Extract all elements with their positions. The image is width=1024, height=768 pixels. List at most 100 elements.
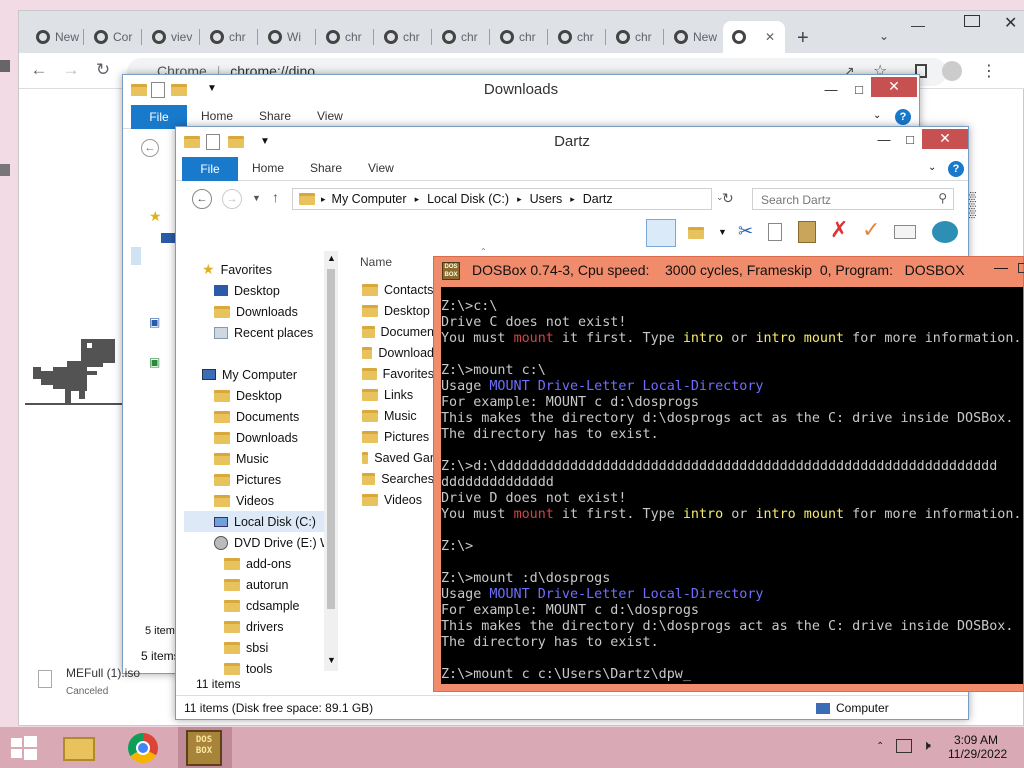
downloads-tab-home[interactable]: Home — [201, 109, 233, 123]
nav-computer-item-6[interactable]: Local Disk (C:) — [184, 511, 324, 532]
dartz-address-bar[interactable]: ▸ My Computer ▸ Local Disk (C:) ▸ Users … — [292, 188, 712, 210]
nav-my-computer[interactable]: My Computer — [202, 364, 297, 385]
new-tab-button[interactable]: + — [797, 27, 809, 50]
dartz-close-button[interactable]: ✕ — [922, 129, 968, 149]
nav-dvd-folder-1[interactable]: autorun — [224, 574, 288, 595]
downloads-ribbon-expand-icon[interactable]: ⌄ — [873, 110, 881, 121]
dosbox-app-icon[interactable]: DOS BOX — [442, 262, 460, 280]
cut-icon[interactable]: ✂ — [738, 221, 753, 242]
paste-icon[interactable] — [798, 221, 816, 243]
dartz-tab-share[interactable]: Share — [310, 161, 342, 175]
file-item-10[interactable]: Videos — [362, 489, 434, 510]
tab-7[interactable]: chr — [433, 21, 491, 53]
view-folder-options-icon[interactable] — [688, 225, 704, 239]
tab-5[interactable]: chr — [317, 21, 375, 53]
dosbox-maximize-button[interactable] — [1018, 263, 1024, 273]
download-item-name[interactable]: MEFull (1).iso — [66, 666, 140, 680]
tab-0[interactable]: New — [27, 21, 85, 53]
breadcrumb-users[interactable]: Users — [530, 192, 563, 206]
clock[interactable]: 3:09 AM 11/29/2022 — [948, 733, 1007, 761]
dartz-minimize-button[interactable]: — — [870, 131, 898, 151]
copy-icon[interactable] — [768, 223, 782, 241]
taskbar-file-explorer[interactable] — [55, 727, 103, 768]
file-item-1[interactable]: Desktop — [362, 300, 434, 321]
file-item-7[interactable]: Pictures — [362, 426, 434, 447]
dartz-forward-icon[interactable]: → — [222, 189, 242, 209]
taskbar-chrome[interactable] — [120, 727, 168, 768]
dosbox-console[interactable]: Z:\>c:\ Drive C does not exist! You must m… — [441, 287, 1023, 684]
tab-11[interactable]: New — [665, 21, 723, 53]
breadcrumb-dartz[interactable]: Dartz — [583, 192, 613, 206]
tab-1[interactable]: Cor — [85, 21, 143, 53]
dartz-tab-view[interactable]: View — [368, 161, 394, 175]
tab-4[interactable]: Wi — [259, 21, 317, 53]
scroll-down-icon[interactable]: ▼ — [327, 655, 336, 665]
tab-2[interactable]: viev — [143, 21, 201, 53]
file-item-2[interactable]: Documen — [362, 321, 434, 342]
dino-icon[interactable] — [25, 333, 129, 409]
dosbox-minimize-button[interactable]: — — [994, 259, 1008, 275]
tab-3[interactable]: chr — [201, 21, 259, 53]
forward-arrow-icon[interactable]: → — [61, 60, 81, 80]
file-item-8[interactable]: Saved Gar — [362, 447, 434, 468]
downloads-computer-icon[interactable]: ▣ — [149, 315, 160, 329]
dartz-tab-home[interactable]: Home — [252, 161, 284, 175]
file-item-3[interactable]: Download — [362, 342, 434, 363]
nav-computer-item-1[interactable]: Documents — [214, 406, 299, 427]
breadcrumb-my-computer[interactable]: My Computer — [332, 192, 407, 206]
tab-8[interactable]: chr — [491, 21, 549, 53]
nav-scrollbar[interactable]: ▲ ▼ — [324, 251, 338, 671]
chrome-menu-icon[interactable]: ⋮ — [981, 61, 997, 81]
nav-scroll-thumb[interactable] — [327, 269, 335, 609]
downloads-tab-view[interactable]: View — [317, 109, 343, 123]
downloads-favorites-star-icon[interactable]: ★ — [149, 208, 162, 225]
nav-computer-item-0[interactable]: Desktop — [214, 385, 282, 406]
tab-9[interactable]: chr — [549, 21, 607, 53]
tab-6[interactable]: chr — [375, 21, 433, 53]
dartz-recent-chevron-icon[interactable]: ▼ — [252, 193, 261, 203]
scroll-up-icon[interactable]: ▲ — [327, 253, 336, 263]
start-button[interactable] — [0, 727, 48, 768]
back-arrow-icon[interactable]: ← — [29, 60, 49, 80]
nav-computer-item-2[interactable]: Downloads — [214, 427, 298, 448]
dartz-ribbon-expand-icon[interactable]: ⌄ — [928, 162, 936, 173]
dartz-maximize-button[interactable]: □ — [896, 131, 924, 151]
taskbar-dosbox[interactable]: DOS BOX — [178, 727, 232, 768]
rename-icon[interactable] — [894, 225, 916, 239]
nav-dvd-folder-4[interactable]: sbsi — [224, 637, 268, 658]
dartz-refresh-icon[interactable]: ↻ — [722, 190, 734, 207]
network-icon[interactable] — [896, 739, 912, 753]
breadcrumb-local-disk[interactable]: Local Disk (C:) — [427, 192, 509, 206]
profile-avatar-icon[interactable] — [942, 61, 962, 81]
nav-computer-item-7[interactable]: DVD Drive (E:) Wi — [214, 532, 335, 553]
column-header-name[interactable]: Name — [360, 255, 392, 269]
show-hidden-icons-chevron[interactable]: ⌃ — [876, 741, 884, 752]
delete-icon[interactable]: ✗ — [830, 217, 848, 243]
nav-fav-recent[interactable]: Recent places — [214, 322, 313, 343]
nav-computer-item-5[interactable]: Videos — [214, 490, 274, 511]
nav-favorites[interactable]: ★ Favorites — [202, 259, 272, 280]
downloads-back-icon[interactable]: ← — [141, 139, 159, 157]
file-item-0[interactable]: Contacts — [362, 279, 434, 300]
file-item-5[interactable]: Links — [362, 384, 434, 405]
downloads-network-icon[interactable]: ▣ — [149, 355, 160, 369]
dartz-tab-file[interactable]: File — [182, 157, 238, 181]
close-chrome-button[interactable]: ✕ — [1004, 13, 1017, 33]
view-pane-icon[interactable] — [646, 219, 676, 247]
view-options-chevron-icon[interactable]: ▼ — [718, 227, 727, 237]
minimize-chrome-button[interactable]: — — [911, 17, 925, 33]
downloads-minimize-button[interactable]: — — [817, 81, 845, 101]
downloads-nav-selection[interactable] — [131, 247, 141, 265]
maximize-chrome-button[interactable] — [964, 15, 980, 27]
dartz-up-arrow-icon[interactable]: ↑ — [272, 189, 279, 205]
dartz-back-icon[interactable]: ← — [192, 189, 212, 209]
nav-dvd-folder-0[interactable]: add-ons — [224, 553, 291, 574]
downloads-tab-share[interactable]: Share — [259, 109, 291, 123]
checkmark-icon[interactable]: ✓ — [862, 217, 880, 243]
tab-active[interactable]: ✕ — [723, 21, 785, 53]
tab-search-chevron-icon[interactable]: ⌄ — [879, 29, 889, 43]
nav-dvd-folder-5[interactable]: tools — [224, 658, 272, 677]
tab-10[interactable]: chr — [607, 21, 665, 53]
nav-fav-desktop[interactable]: Desktop — [214, 280, 280, 301]
downloads-help-icon[interactable]: ? — [895, 109, 911, 125]
